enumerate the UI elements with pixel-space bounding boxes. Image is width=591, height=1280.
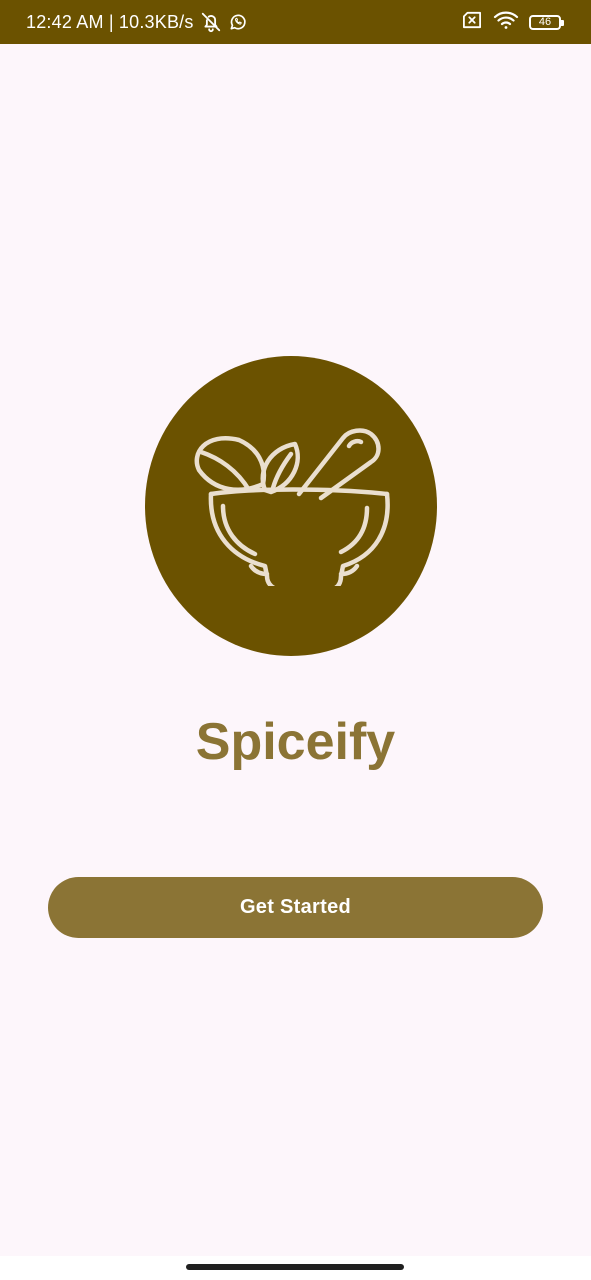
whatsapp-icon <box>228 12 248 32</box>
status-bar: 12:42 AM | 10.3KB/s 46 <box>0 0 591 44</box>
battery-icon: 46 <box>529 14 565 30</box>
status-right: 46 <box>461 10 565 35</box>
bell-off-icon <box>200 11 222 33</box>
wifi-icon <box>493 10 519 35</box>
mortar-pestle-icon <box>194 428 390 586</box>
status-time-speed: 12:42 AM | 10.3KB/s <box>26 11 194 32</box>
battery-level: 46 <box>529 14 564 30</box>
app-logo <box>145 356 437 656</box>
app-title: Spiceify <box>195 713 396 771</box>
status-left: 12:42 AM | 10.3KB/s <box>26 11 248 33</box>
sim-error-icon <box>461 11 483 34</box>
home-indicator[interactable] <box>186 1264 404 1270</box>
get-started-button[interactable]: Get Started <box>48 877 543 938</box>
